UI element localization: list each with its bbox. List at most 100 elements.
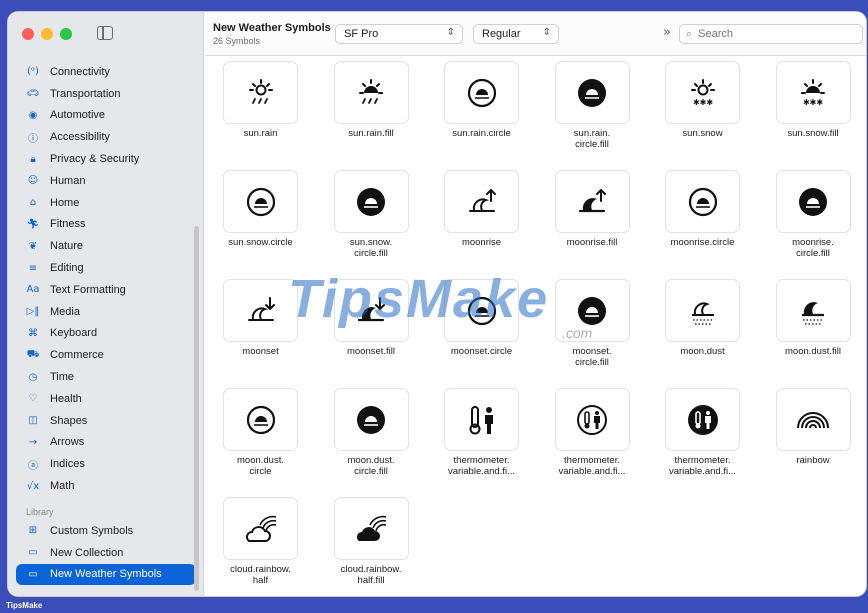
symbol-preview[interactable]	[444, 388, 519, 451]
sidebar-item-custom-symbols[interactable]: ⊞ Custom Symbols	[16, 520, 196, 542]
sidebar-item-time[interactable]: ◷ Time	[16, 366, 196, 388]
sidebar-item-automotive[interactable]: ◉ Automotive	[16, 105, 196, 127]
symbol-tile[interactable]: moonrise.circle	[650, 170, 755, 270]
sidebar-item-transportation[interactable]: 🚗︎ Transportation	[16, 83, 196, 105]
sidebar-item-home[interactable]: ⌂ Home	[16, 192, 196, 214]
symbol-name: sun.snow.circle	[228, 237, 293, 248]
minimize-button[interactable]	[41, 28, 53, 40]
symbol-preview[interactable]	[554, 61, 630, 124]
sidebar-item-label: Indices	[50, 458, 85, 471]
time-icon: ◷	[28, 371, 38, 383]
sidebar-item-math[interactable]: √x Math	[16, 475, 196, 497]
sidebar-item-arrows[interactable]: → Arrows	[16, 432, 196, 454]
symbol-tile[interactable]: moonrise	[429, 170, 534, 270]
symbol-preview[interactable]	[775, 170, 851, 233]
sidebar-item-nature[interactable]: ❦ Nature	[16, 235, 196, 257]
close-button[interactable]	[22, 28, 34, 40]
symbol-preview[interactable]	[775, 388, 851, 451]
sunrain-icon	[248, 78, 273, 104]
symbol-preview[interactable]	[333, 170, 409, 233]
symbol-tile[interactable]: sun.rain	[208, 61, 313, 161]
symbol-tile[interactable]: moonrise.fill	[540, 170, 645, 270]
symbol-tile[interactable]: sun.rain. circle.fill	[540, 61, 645, 161]
sidebar-item-health[interactable]: ♡ Health	[16, 388, 196, 410]
symbol-preview[interactable]	[333, 388, 409, 451]
symbol-tile[interactable]: ✱✱✱ sun.snow.fill	[761, 61, 866, 161]
symbol-tile[interactable]: sun.snow.circle	[208, 170, 313, 270]
sidebar-item-privacy-security[interactable]: 🔒︎ Privacy & Security	[16, 148, 196, 170]
sidebar-item-media[interactable]: ▷‖ Media	[16, 301, 196, 323]
symbol-preview[interactable]	[333, 61, 409, 124]
weight-select[interactable]: Regular ⇕	[473, 24, 559, 44]
chevron-updown-icon: ⇕	[446, 27, 455, 38]
overflow-chevron-icon[interactable]: »	[663, 25, 671, 40]
sidebar-item-new-collection[interactable]: ▭ New Collection	[16, 542, 196, 564]
symbol-tile[interactable]: ✱✱✱ sun.snow	[650, 61, 755, 161]
symbol-preview[interactable]	[665, 279, 740, 342]
sidebar-item-label: Shapes	[50, 414, 88, 427]
sidebar-toggle-icon[interactable]	[97, 26, 113, 40]
symbol-preview[interactable]	[665, 388, 740, 451]
symbol-preview[interactable]	[554, 388, 630, 451]
sidebar-item-editing[interactable]: ≡ Editing	[16, 257, 196, 279]
symbol-tile[interactable]: sun.snow. circle.fill	[319, 170, 424, 270]
thermo-icon	[469, 405, 493, 434]
thermocircfill-icon	[687, 404, 718, 435]
library-list: ⊞ Custom Symbols ▭ New Collection ▭ New Weath…	[16, 520, 196, 586]
symbol-tile[interactable]: sun.rain.fill	[319, 61, 424, 161]
sidebar-item-keyboard[interactable]: ⌘ Keyboard	[16, 323, 196, 345]
sidebar-item-fitness[interactable]: 🏃︎ Fitness	[16, 214, 196, 236]
symbol-tile[interactable]: cloud.rainbow. half	[208, 497, 313, 596]
nature-icon: ❦	[28, 240, 38, 252]
sidebar-item-shapes[interactable]: ◫ Shapes	[16, 410, 196, 432]
symbol-name: sun.rain.fill	[348, 128, 394, 139]
symbol-preview[interactable]	[444, 170, 519, 233]
sidebar-item-human[interactable]: ☺ Human	[16, 170, 196, 192]
zoom-button[interactable]	[60, 28, 72, 40]
circ-icon	[246, 187, 275, 216]
sidebar-item-commerce[interactable]: ⛟ Commerce	[16, 344, 196, 366]
symbol-tile[interactable]: rainbow	[761, 388, 866, 488]
search-field[interactable]: ⌕	[679, 24, 863, 44]
symbol-tile[interactable]: sun.rain.circle	[429, 61, 534, 161]
sidebar-scrollbar[interactable]	[194, 226, 199, 591]
circ-icon	[246, 405, 275, 434]
symbol-preview[interactable]	[444, 61, 519, 124]
symbol-preview[interactable]	[223, 279, 298, 342]
symbol-tile[interactable]: thermometer. variable.and.fi...	[429, 388, 534, 488]
sidebar-item-connectivity[interactable]: (ᵒ) Connectivity	[16, 61, 196, 83]
sidebar-item-accessibility[interactable]: ⓘ Accessibility	[16, 126, 196, 148]
media-icon: ▷‖	[26, 306, 40, 318]
sidebar-item-label: Time	[50, 371, 75, 384]
symbol-tile[interactable]: moon.dust.fill	[761, 279, 866, 379]
symbol-tile[interactable]: moon.dust. circle.fill	[319, 388, 424, 488]
font-select[interactable]: SF Pro ⇕	[335, 24, 463, 44]
footer-brand: TipsMake	[6, 601, 43, 610]
collection-title: New Weather Symbols	[213, 22, 331, 34]
sidebar-item-text-formatting[interactable]: Aa Text Formatting	[16, 279, 196, 301]
chevron-updown-icon: ⇕	[542, 27, 551, 38]
symbol-tile[interactable]: moonrise. circle.fill	[761, 170, 866, 270]
symbol-tile[interactable]: moon.dust. circle	[208, 388, 313, 488]
symbol-tile[interactable]: thermometer. variable.and.fi...	[650, 388, 755, 488]
moondust-icon	[691, 301, 714, 325]
sidebar-item-indices[interactable]: ⓐ Indices	[16, 453, 196, 475]
moonrise-icon	[468, 188, 496, 212]
sidebar-item-new-weather-symbols[interactable]: ▭ New Weather Symbols	[16, 563, 196, 586]
symbol-preview[interactable]	[223, 497, 298, 560]
symbol-tile[interactable]: moon.dust	[650, 279, 755, 379]
symbol-preview[interactable]	[333, 497, 409, 560]
symbol-preview[interactable]	[223, 170, 298, 233]
symbol-tile[interactable]: thermometer. variable.and.fi...	[540, 388, 645, 488]
symbol-tile[interactable]: cloud.rainbow. half.fill	[319, 497, 424, 596]
search-input[interactable]	[698, 28, 839, 40]
home-icon: ⌂	[29, 197, 37, 209]
symbol-preview[interactable]	[775, 279, 851, 342]
symbol-preview[interactable]	[554, 170, 630, 233]
symbol-preview[interactable]	[223, 61, 298, 124]
symbol-preview[interactable]: ✱✱✱	[775, 61, 851, 124]
symbol-preview[interactable]	[223, 388, 298, 451]
symbol-preview[interactable]	[665, 170, 740, 233]
symbol-preview[interactable]: ✱✱✱	[665, 61, 740, 124]
automotive-icon: ◉	[28, 109, 38, 121]
